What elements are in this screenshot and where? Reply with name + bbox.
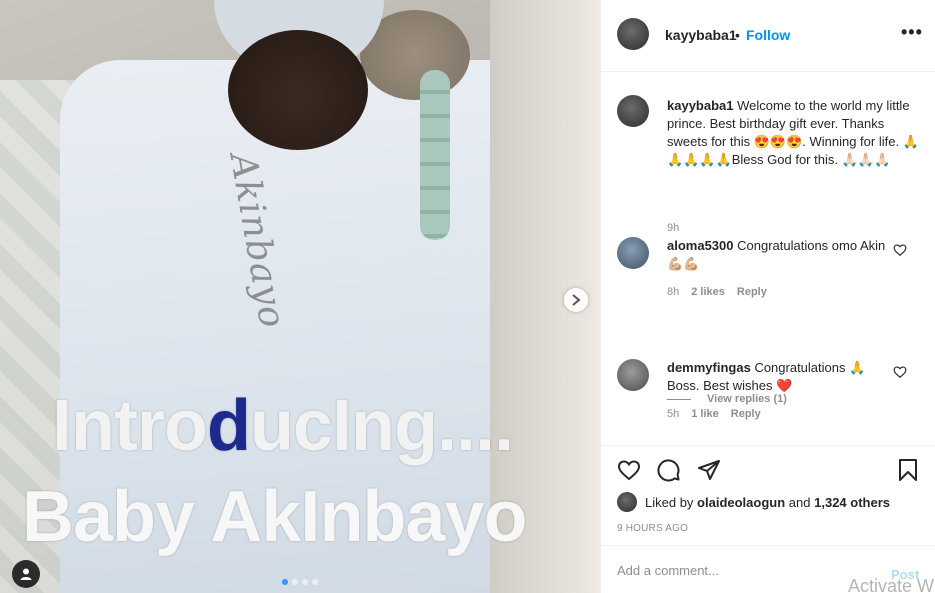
carousel-dot-active (282, 579, 288, 585)
baby-face (228, 30, 368, 150)
author-avatar[interactable] (617, 18, 649, 50)
caption-text: kayybaba1 Welcome to the world my little… (667, 97, 922, 169)
liker-username[interactable]: olaideolaogun (697, 495, 785, 510)
share-paper-plane-icon[interactable] (697, 458, 721, 482)
likes-and: and (788, 494, 811, 510)
comment-reply-button[interactable]: Reply (731, 408, 761, 420)
comment-bubble-icon[interactable] (657, 458, 681, 482)
save-bookmark-icon[interactable] (896, 458, 920, 482)
like-heart-icon[interactable] (617, 458, 641, 482)
likes-prefix: Liked by (645, 494, 694, 510)
likes-summary: Liked by olaideolaogun and 1,324 others (617, 491, 890, 513)
comment-reply-button[interactable]: Reply (737, 286, 767, 298)
follow-button[interactable]: Follow (746, 27, 790, 43)
caption-time[interactable]: 9h (667, 222, 679, 234)
caption-username[interactable]: kayybaba1 (667, 98, 734, 113)
caption-avatar[interactable] (617, 95, 649, 127)
comments-list[interactable]: kayybaba1 Welcome to the world my little… (601, 73, 935, 445)
author-username[interactable]: kayybaba1 (665, 27, 737, 43)
comment-text: demmyfingas Congratulations 🙏 Boss. Best… (667, 359, 892, 395)
carousel-dots (282, 579, 318, 585)
carousel-dot (302, 579, 308, 585)
user-icon (20, 568, 32, 580)
comment-meta: 5h 1 like Reply (667, 408, 773, 420)
commenter-avatar[interactable] (617, 237, 649, 269)
comment-time[interactable]: 8h (667, 286, 679, 298)
commenter-avatar[interactable] (617, 359, 649, 391)
more-options-icon[interactable]: ••• (901, 22, 923, 43)
pacifier-clip-beads (420, 70, 450, 240)
post-actions: Liked by olaideolaogun and 1,324 others … (601, 445, 935, 545)
commenter-username[interactable]: aloma5300 (667, 238, 734, 253)
tagged-users-button[interactable] (12, 560, 40, 588)
view-replies-line (667, 398, 691, 400)
overlay-text-introducing: IntroducIng.... (52, 386, 514, 466)
comment-time[interactable]: 5h (667, 408, 679, 420)
post-panel: kayybaba1 • Follow ••• kayybaba1 Welcome… (600, 0, 935, 593)
add-comment-bar: Post Activate W (601, 545, 935, 593)
carousel-dot (312, 579, 318, 585)
post-comment-button[interactable]: Post (891, 567, 919, 582)
comment-like-icon[interactable] (893, 243, 907, 257)
comment-likes-count[interactable]: 1 like (691, 408, 719, 420)
carousel-dot (292, 579, 298, 585)
post-timestamp[interactable]: 9 HOURS AGO (617, 523, 688, 534)
carousel-next-button[interactable] (564, 288, 588, 312)
comment-text: aloma5300 Congratulations omo Akin 💪🏼💪🏼 (667, 237, 892, 273)
comment-likes-count[interactable]: 2 likes (691, 286, 725, 298)
comment-like-icon[interactable] (893, 365, 907, 379)
overlay-text-baby-name: Baby AkInbayo (22, 477, 527, 557)
post-header: kayybaba1 • Follow ••• (601, 0, 935, 72)
chevron-right-icon (572, 294, 581, 306)
likes-others-count[interactable]: 1,324 others (814, 495, 890, 510)
header-separator: • (735, 27, 740, 43)
post-media[interactable]: Akinbayo IntroducIng.... Baby AkInbayo (0, 0, 600, 593)
liker-avatar[interactable] (617, 492, 637, 512)
comment-input[interactable] (617, 560, 837, 580)
commenter-username[interactable]: demmyfingas (667, 360, 751, 375)
comment-meta: 8h 2 likes Reply (667, 286, 779, 298)
